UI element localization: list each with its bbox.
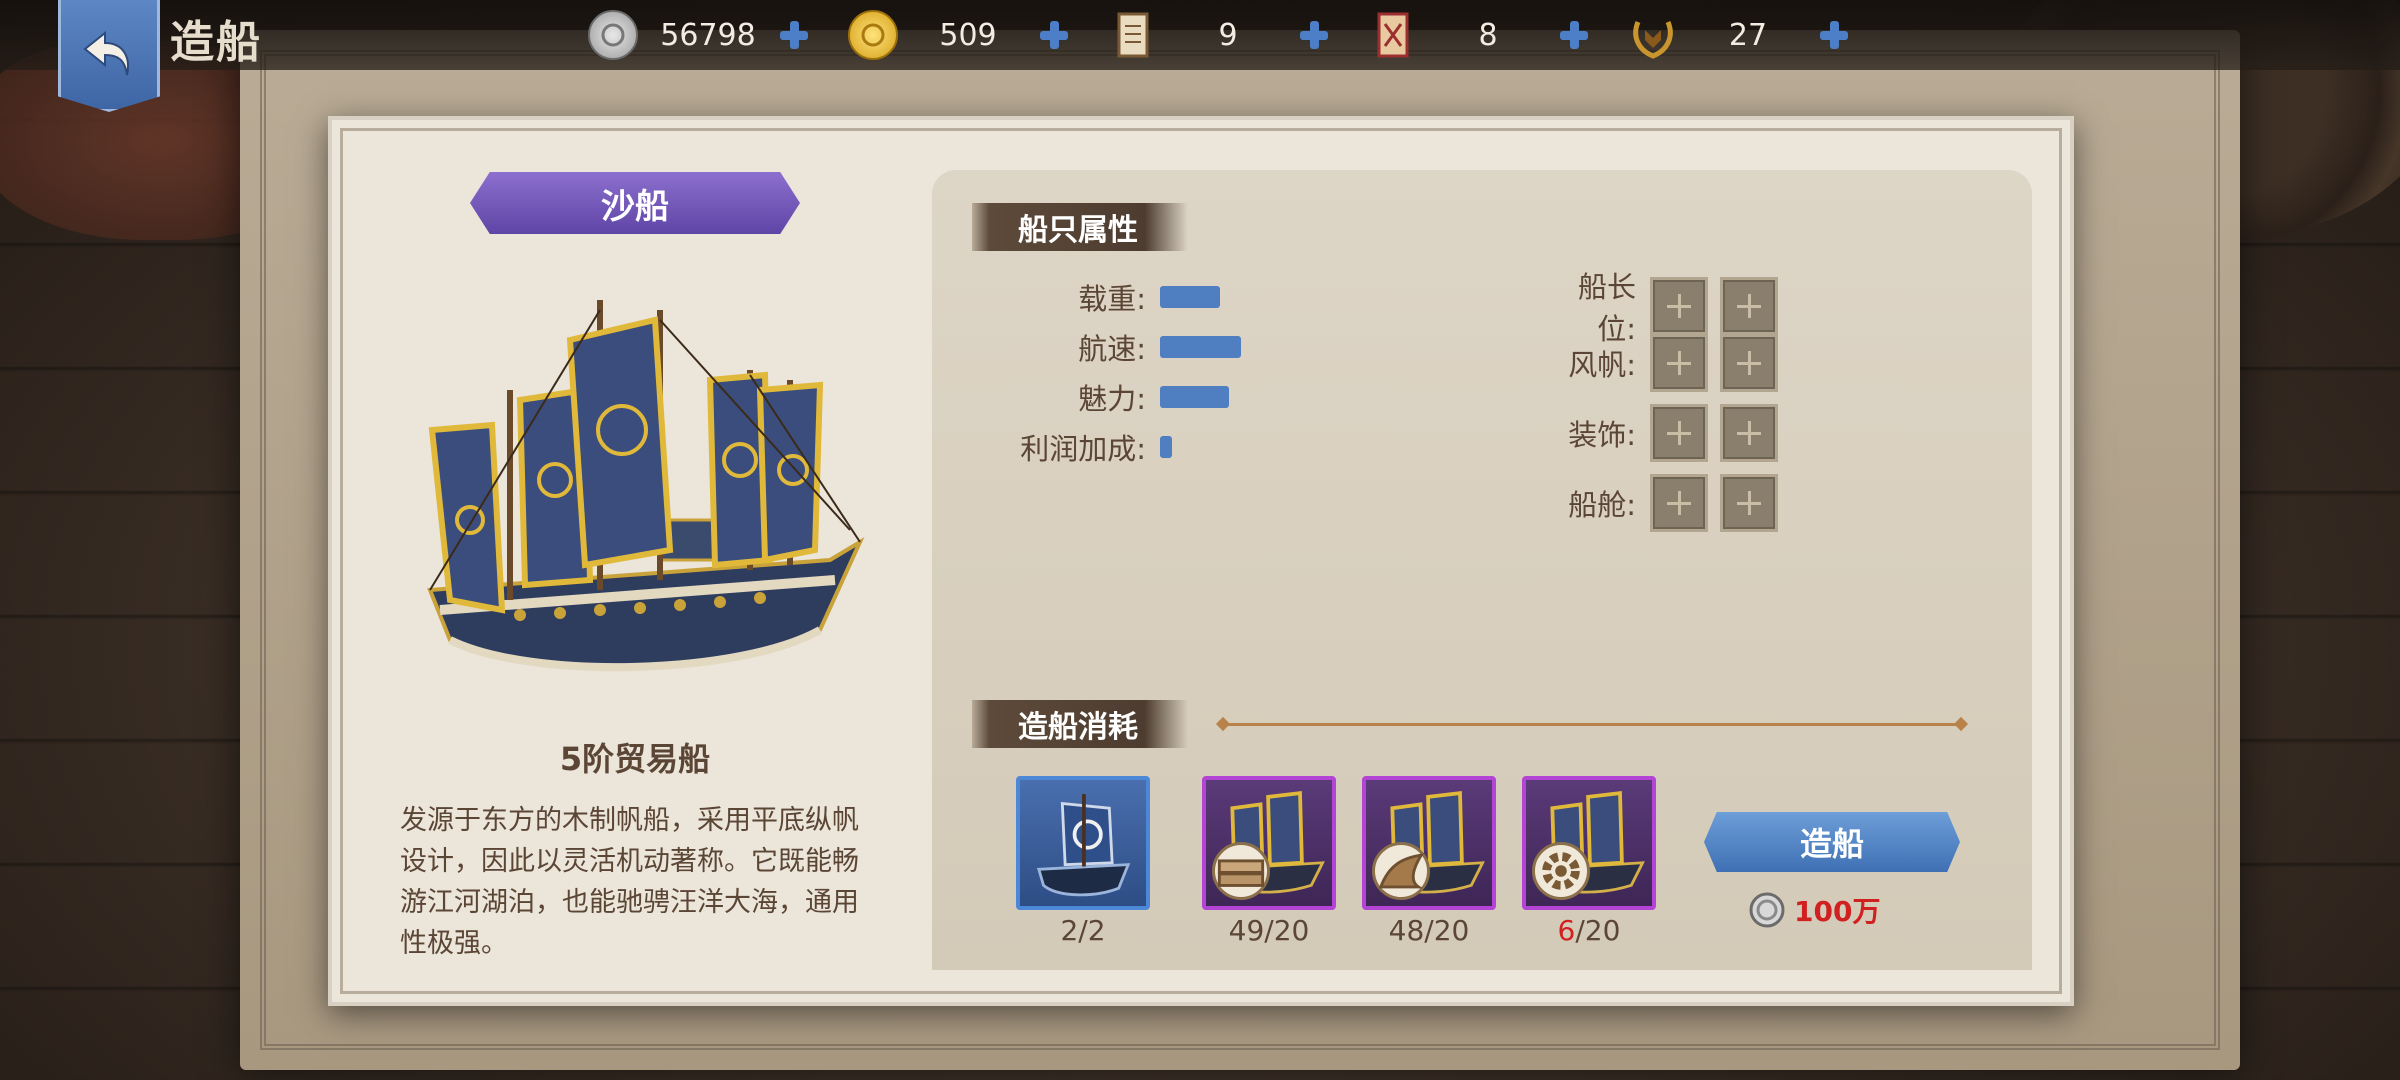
attr-label: 载重: xyxy=(1078,282,1146,316)
back-button[interactable] xyxy=(58,0,160,112)
ship-description: 发源于东方的木制帆船，采用平底纵帆设计，因此以灵活机动著称。它既能畅游江河湖泊，… xyxy=(400,805,859,959)
cost-title: 造船消耗 xyxy=(972,700,1188,748)
cabin-slot[interactable] xyxy=(1720,474,1778,532)
currency-honor: 27 xyxy=(1628,8,1850,62)
add-order-button[interactable] xyxy=(1558,19,1590,51)
order-scroll-icon xyxy=(1368,10,1418,60)
laurel-badge-icon xyxy=(1628,10,1678,60)
slot-row-cabin: 船舱: xyxy=(1540,474,1790,532)
section-divider xyxy=(1222,723,1962,726)
decoration-slot[interactable] xyxy=(1720,404,1778,462)
add-silver-button[interactable] xyxy=(778,19,810,51)
attr-bar xyxy=(1160,286,1220,308)
count-have: 49 xyxy=(1228,914,1265,947)
count-have-insufficient: 6 xyxy=(1557,914,1576,947)
currency-order: 8 xyxy=(1368,8,1590,62)
sail-slot[interactable] xyxy=(1650,334,1708,392)
count-need: /20 xyxy=(1264,914,1310,947)
build-ship-button[interactable]: 造船 xyxy=(1704,812,1960,872)
cabin-slot[interactable] xyxy=(1650,474,1708,532)
attr-charm: 魅力: xyxy=(1010,376,1229,418)
slot-row-sail: 风帆: xyxy=(1540,334,1790,392)
material-count: 49/20 xyxy=(1202,914,1336,947)
sail-slot[interactable] xyxy=(1720,334,1778,392)
attr-bar xyxy=(1160,436,1172,458)
material-count: 6/20 xyxy=(1522,914,1656,947)
attr-label: 航速: xyxy=(1078,332,1146,366)
ship-image xyxy=(427,300,865,672)
material-gear-item[interactable] xyxy=(1522,776,1656,910)
count-need: /20 xyxy=(1424,914,1470,947)
page-title: 造船 xyxy=(170,17,262,68)
currency-value: 56798 xyxy=(660,17,756,53)
sail-cloth-icon xyxy=(1372,842,1430,900)
scroll-icon xyxy=(1108,10,1158,60)
slot-label: 装饰: xyxy=(1568,418,1636,452)
attr-label: 魅力: xyxy=(1078,382,1146,416)
ship-name-banner: 沙船 xyxy=(470,172,800,234)
captain-slot[interactable] xyxy=(1720,277,1778,335)
count-need: /20 xyxy=(1575,914,1621,947)
attr-profit-bonus: 利润加成: xyxy=(1010,426,1172,468)
attr-speed: 航速: xyxy=(1010,326,1241,368)
gold-coin-icon xyxy=(848,10,898,60)
attr-bar xyxy=(1160,336,1241,358)
count-have: 48 xyxy=(1388,914,1425,947)
material-count: 2/2 xyxy=(1016,914,1150,947)
planks-icon xyxy=(1212,842,1270,900)
currency-value: 8 xyxy=(1478,17,1498,53)
blue-ship-icon xyxy=(1036,794,1131,897)
material-planks-item[interactable] xyxy=(1202,776,1336,910)
count-have: 2 xyxy=(1060,914,1079,947)
attr-label: 利润加成: xyxy=(1020,432,1146,466)
add-honor-button[interactable] xyxy=(1818,19,1850,51)
top-bar: 造船 56798 509 9 8 27 xyxy=(0,0,2400,112)
slot-label: 风帆: xyxy=(1568,348,1636,382)
material-sailcloth-item[interactable] xyxy=(1362,776,1496,910)
add-gold-button[interactable] xyxy=(1038,19,1070,51)
back-arrow-icon xyxy=(83,30,129,75)
slot-label: 船舱: xyxy=(1568,488,1636,522)
ship-class: 5阶贸易船 xyxy=(559,740,711,778)
silver-coin-icon xyxy=(588,10,638,60)
decoration-slot[interactable] xyxy=(1650,404,1708,462)
currency-value: 509 xyxy=(939,17,997,53)
material-count: 48/20 xyxy=(1362,914,1496,947)
slot-row-decoration: 装饰: xyxy=(1540,404,1790,462)
currency-value: 27 xyxy=(1728,17,1768,53)
attr-capacity: 载重: xyxy=(1010,276,1220,318)
currency-value: 9 xyxy=(1218,17,1238,53)
captain-slot[interactable] xyxy=(1650,277,1708,335)
silver-coin-icon xyxy=(1749,892,1785,928)
material-ship-item[interactable] xyxy=(1016,776,1150,910)
attributes-title: 船只属性 xyxy=(972,203,1188,251)
count-need: /2 xyxy=(1078,914,1106,947)
currency-gold: 509 xyxy=(848,8,1070,62)
currency-silver: 56798 xyxy=(588,8,810,62)
gear-icon xyxy=(1532,842,1590,900)
attr-bar xyxy=(1160,386,1229,408)
currency-scroll: 9 xyxy=(1108,8,1330,62)
build-cost: 100万 xyxy=(1748,890,1880,930)
add-scroll-button[interactable] xyxy=(1298,19,1330,51)
build-cost-value: 100万 xyxy=(1794,895,1881,928)
